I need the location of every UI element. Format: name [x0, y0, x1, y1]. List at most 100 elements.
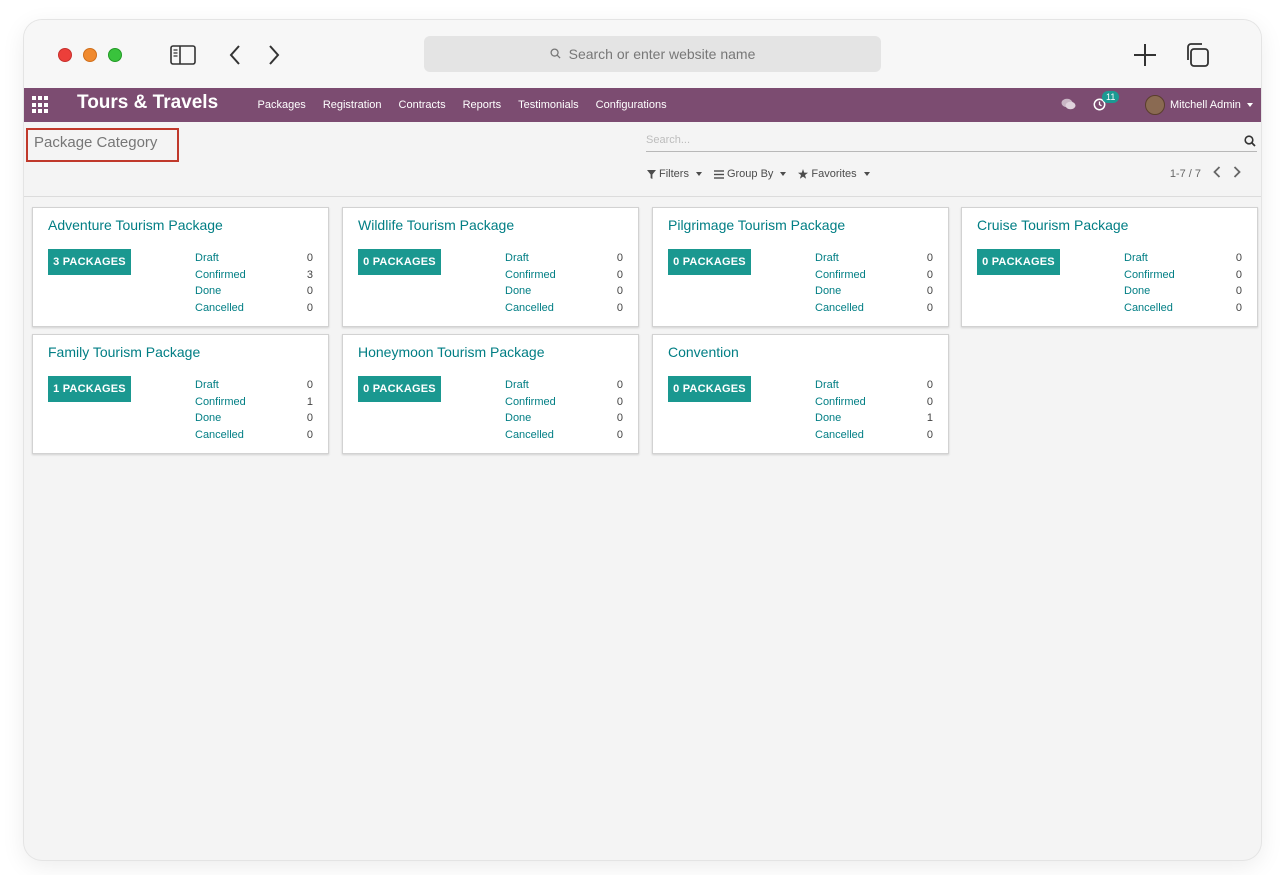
kanban-card[interactable]: Cruise Tourism Package 0 PACKAGES Draft 0… [961, 207, 1258, 327]
pager-previous-icon[interactable] [1213, 166, 1221, 181]
card-title: Family Tourism Package [48, 344, 201, 360]
kanban-card[interactable]: Convention 0 PACKAGES Draft 0 Confirmed 0 … [652, 334, 949, 454]
stat-confirmed[interactable]: Confirmed 1 [195, 394, 313, 411]
stat-confirmed[interactable]: Confirmed 0 [1124, 267, 1242, 284]
stat-cancelled[interactable]: Cancelled 0 [505, 300, 623, 317]
packages-button[interactable]: 0 PACKAGES [358, 249, 441, 275]
stat-cancelled[interactable]: Cancelled 0 [815, 300, 933, 317]
stat-label: Draft [505, 379, 529, 391]
stat-label: Cancelled [1124, 301, 1173, 314]
kanban-card[interactable]: Family Tourism Package 1 PACKAGES Draft 0… [32, 334, 329, 454]
stat-label: Draft [195, 379, 219, 391]
stat-confirmed[interactable]: Confirmed 0 [505, 267, 623, 284]
stat-confirmed[interactable]: Confirmed 3 [195, 267, 313, 284]
packages-button[interactable]: 0 PACKAGES [358, 376, 441, 402]
stat-cancelled[interactable]: Cancelled 0 [195, 427, 313, 444]
packages-button[interactable]: 1 PACKAGES [48, 376, 131, 402]
stat-cancelled[interactable]: Cancelled 0 [505, 427, 623, 444]
odoo-navbar: Tours & Travels Packages Registration Co… [24, 88, 1261, 122]
list-icon [713, 169, 724, 179]
kanban-card[interactable]: Adventure Tourism Package 3 PACKAGES Dra… [32, 207, 329, 327]
stat-value: 0 [306, 412, 313, 424]
stat-value: 1 [306, 395, 313, 408]
stat-label: Done [505, 412, 532, 424]
packages-button[interactable]: 0 PACKAGES [668, 376, 751, 402]
maximize-window-button[interactable] [108, 48, 122, 62]
star-icon [798, 169, 809, 179]
search-icon[interactable] [1244, 134, 1256, 152]
stat-confirmed[interactable]: Confirmed 0 [815, 394, 933, 411]
stat-confirmed[interactable]: Confirmed 0 [815, 267, 933, 284]
stat-value: 0 [616, 301, 623, 314]
stat-label: Confirmed [505, 395, 556, 408]
kanban-card[interactable]: Wildlife Tourism Package 0 PACKAGES Draf… [342, 207, 639, 327]
stat-draft[interactable]: Draft 0 [195, 250, 313, 267]
back-icon[interactable] [221, 42, 249, 68]
search-bar [646, 130, 1257, 152]
favorites-dropdown[interactable]: Favorites [798, 168, 870, 180]
stat-label: Confirmed [195, 395, 246, 408]
minimize-window-button[interactable] [83, 48, 97, 62]
sidebar-toggle-icon[interactable] [169, 42, 197, 68]
search-input[interactable] [646, 130, 1236, 150]
forward-icon[interactable] [260, 42, 288, 68]
new-tab-icon[interactable] [1131, 42, 1159, 68]
packages-button[interactable]: 0 PACKAGES [668, 249, 751, 275]
app-brand[interactable]: Tours & Travels [77, 92, 218, 114]
stat-value: 0 [926, 252, 933, 264]
menu-registration[interactable]: Registration [314, 99, 390, 111]
apps-menu-icon[interactable] [32, 96, 50, 114]
stat-cancelled[interactable]: Cancelled 0 [815, 427, 933, 444]
menu-testimonials[interactable]: Testimonials [510, 99, 588, 111]
pager-value[interactable]: 1-7 / 7 [1170, 168, 1201, 180]
stat-draft[interactable]: Draft 0 [815, 377, 933, 394]
stat-label: Confirmed [1124, 268, 1175, 281]
stat-label: Draft [815, 252, 839, 264]
chevron-down-icon [1246, 103, 1253, 107]
menu-configurations[interactable]: Configurations [587, 99, 675, 111]
stat-draft[interactable]: Draft 0 [815, 250, 933, 267]
packages-button[interactable]: 3 PACKAGES [48, 249, 131, 275]
stat-done[interactable]: Done 0 [815, 283, 933, 300]
stat-done[interactable]: Done 0 [505, 283, 623, 300]
menu-packages[interactable]: Packages [249, 99, 314, 111]
stat-draft[interactable]: Draft 0 [505, 250, 623, 267]
close-window-button[interactable] [58, 48, 72, 62]
stat-value: 3 [306, 268, 313, 281]
stat-cancelled[interactable]: Cancelled 0 [1124, 300, 1242, 317]
stat-done[interactable]: Done 0 [1124, 283, 1242, 300]
pager-next-icon[interactable] [1233, 166, 1241, 181]
menu-reports[interactable]: Reports [454, 99, 510, 111]
stat-done[interactable]: Done 0 [505, 410, 623, 427]
address-bar[interactable]: Search or enter website name [424, 36, 881, 72]
groupby-dropdown[interactable]: Group By [713, 168, 787, 180]
tabs-overview-icon[interactable] [1183, 42, 1211, 68]
filters-dropdown[interactable]: Filters [647, 168, 702, 180]
stat-value: 0 [926, 301, 933, 314]
browser-window: Search or enter website name Tours & Tra… [24, 20, 1261, 860]
stat-done[interactable]: Done 0 [195, 283, 313, 300]
stat-label: Cancelled [505, 301, 554, 314]
chat-icon[interactable] [1061, 98, 1076, 116]
address-placeholder: Search or enter website name [568, 46, 756, 62]
stat-draft[interactable]: Draft 0 [195, 377, 313, 394]
kanban-card[interactable]: Honeymoon Tourism Package 0 PACKAGES Dra… [342, 334, 639, 454]
stat-cancelled[interactable]: Cancelled 0 [195, 300, 313, 317]
stat-value: 0 [306, 301, 313, 314]
card-title: Convention [668, 344, 739, 360]
stat-label: Confirmed [815, 268, 866, 281]
breadcrumb: Package Category [26, 128, 179, 162]
kanban-card[interactable]: Pilgrimage Tourism Package 0 PACKAGES Dr… [652, 207, 949, 327]
stat-done[interactable]: Done 1 [815, 410, 933, 427]
stat-value: 0 [926, 395, 933, 408]
user-menu[interactable]: Mitchell Admin [1145, 88, 1253, 122]
stat-draft[interactable]: Draft 0 [1124, 250, 1242, 267]
menu-contracts[interactable]: Contracts [390, 99, 454, 111]
stat-confirmed[interactable]: Confirmed 0 [505, 394, 623, 411]
packages-button[interactable]: 0 PACKAGES [977, 249, 1060, 275]
stat-done[interactable]: Done 0 [195, 410, 313, 427]
page-title: Package Category [34, 134, 158, 151]
main-menu: Packages Registration Contracts Reports … [249, 88, 675, 122]
state-stats: Draft 0 Confirmed 0 Done 0 Cancelled 0 [815, 250, 933, 316]
stat-draft[interactable]: Draft 0 [505, 377, 623, 394]
